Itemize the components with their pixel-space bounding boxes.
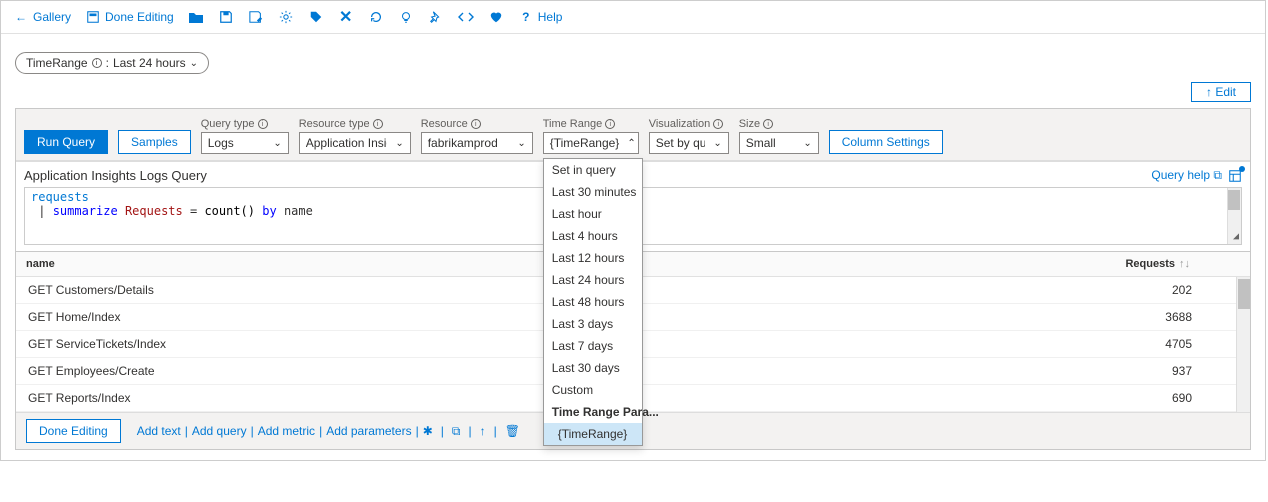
- resource-type-label: Resource typei: [299, 118, 411, 130]
- dropdown-option[interactable]: Last 3 days: [544, 313, 642, 335]
- dropdown-option[interactable]: Custom: [544, 379, 642, 401]
- add-text-link[interactable]: Add text: [137, 424, 181, 438]
- heart-icon[interactable]: [488, 9, 504, 25]
- chevron-down-icon: ⌄: [713, 138, 721, 149]
- code-icon[interactable]: [458, 9, 474, 25]
- info-icon: i: [92, 58, 102, 68]
- query-panel: Run Query Samples Query typei Logs⌄ Reso…: [15, 108, 1251, 450]
- sort-icon[interactable]: ↑↓: [1179, 258, 1190, 270]
- add-query-link[interactable]: Add query: [192, 424, 247, 438]
- timerange-pill[interactable]: TimeRange i : Last 24 hours ⌄: [15, 52, 209, 74]
- code-token: by: [262, 204, 276, 218]
- dropdown-option[interactable]: Last 7 days: [544, 335, 642, 357]
- query-help: Query help ⧉: [1151, 168, 1242, 183]
- move-up-icon[interactable]: ↑: [480, 424, 486, 439]
- resource-label: Resourcei: [421, 118, 533, 130]
- samples-button[interactable]: Samples: [118, 130, 191, 154]
- settings-icon[interactable]: [278, 9, 294, 25]
- pin-icon[interactable]: [428, 9, 444, 25]
- resize-handle-icon[interactable]: ◢: [1233, 231, 1239, 242]
- pin-dashboard-icon[interactable]: [1228, 169, 1242, 183]
- save-icon[interactable]: [218, 9, 234, 25]
- resource-type-select[interactable]: Application Insights⌄: [299, 132, 411, 154]
- size-label: Sizei: [739, 118, 819, 130]
- parameter-bar: TimeRange i : Last 24 hours ⌄: [1, 34, 1265, 82]
- done-editing-button[interactable]: Done Editing: [85, 9, 174, 25]
- col-name-header[interactable]: name: [26, 258, 55, 270]
- gallery-label: Gallery: [33, 10, 71, 24]
- delete-icon[interactable]: 🗑: [505, 424, 520, 439]
- dropdown-option[interactable]: Last 30 days: [544, 357, 642, 379]
- resource-select[interactable]: fabrikamprod⌄: [421, 132, 533, 154]
- dropdown-option[interactable]: Set in query: [544, 159, 642, 181]
- chevron-down-icon: ⌄: [803, 138, 811, 149]
- chevron-down-icon: ⌄: [395, 138, 403, 149]
- code-token: summarize: [53, 204, 118, 218]
- save-as-icon[interactable]: [248, 9, 264, 25]
- pill-colon: :: [106, 56, 109, 70]
- col-requests-header[interactable]: Requests: [1125, 258, 1175, 270]
- close-icon[interactable]: ✕: [338, 9, 354, 25]
- chevron-down-icon: ⌄: [273, 138, 281, 149]
- dropdown-option[interactable]: Last 4 hours: [544, 225, 642, 247]
- done-editing-icon: [85, 9, 101, 25]
- column-settings-button[interactable]: Column Settings: [829, 130, 943, 154]
- edit-row: ↑ Edit: [1, 82, 1265, 108]
- copy-icon[interactable]: ⧉: [452, 424, 461, 439]
- chevron-down-icon: ⌄: [190, 58, 198, 69]
- pill-value: Last 24 hours: [113, 56, 186, 70]
- query-type-select[interactable]: Logs⌄: [201, 132, 289, 154]
- dropdown-option[interactable]: Last hour: [544, 203, 642, 225]
- code-token: =: [183, 204, 205, 218]
- top-toolbar: ← Gallery Done Editing ✕: [1, 1, 1265, 34]
- chevron-down-icon: ⌄: [517, 138, 525, 149]
- code-token: requests: [31, 190, 89, 204]
- pill-label: TimeRange: [26, 56, 88, 70]
- code-token: Requests: [125, 204, 183, 218]
- back-arrow-icon: ←: [13, 9, 29, 25]
- done-editing-label: Done Editing: [105, 10, 174, 24]
- time-range-dropdown: Set in query Last 30 minutes Last hour L…: [543, 158, 643, 446]
- dropdown-header: Time Range Para...: [544, 401, 642, 423]
- gallery-button[interactable]: ← Gallery: [13, 9, 71, 25]
- size-select[interactable]: Small⌄: [739, 132, 819, 154]
- lightbulb-icon[interactable]: [398, 9, 414, 25]
- done-editing-footer-button[interactable]: Done Editing: [26, 419, 121, 443]
- add-metric-link[interactable]: Add metric: [258, 424, 315, 438]
- run-query-button[interactable]: Run Query: [24, 130, 108, 154]
- tag-icon[interactable]: [308, 9, 324, 25]
- code-token: name: [284, 204, 313, 218]
- refresh-icon[interactable]: [368, 9, 384, 25]
- visualization-label: Visualizationi: [649, 118, 729, 130]
- visualization-select[interactable]: Set by query⌄: [649, 132, 729, 154]
- help-icon: ?: [518, 9, 534, 25]
- time-range-select[interactable]: {TimeRange}⌃: [543, 132, 639, 154]
- help-label: Help: [538, 10, 563, 24]
- dropdown-option[interactable]: Last 48 hours: [544, 291, 642, 313]
- folder-icon[interactable]: [188, 9, 204, 25]
- add-parameters-link[interactable]: Add parameters: [326, 424, 411, 438]
- settings-footer-icon[interactable]: ✱: [423, 424, 433, 439]
- dropdown-option[interactable]: Last 24 hours: [544, 269, 642, 291]
- scrollbar[interactable]: [1236, 277, 1250, 412]
- time-range-label: Time Rangei: [543, 118, 639, 130]
- dropdown-option[interactable]: Last 12 hours: [544, 247, 642, 269]
- code-token: count(): [204, 204, 255, 218]
- query-help-link[interactable]: Query help ⧉: [1151, 168, 1222, 183]
- help-button[interactable]: ? Help: [518, 9, 563, 25]
- external-link-icon: ⧉: [1213, 168, 1222, 182]
- query-panel-header: Run Query Samples Query typei Logs⌄ Reso…: [16, 109, 1250, 161]
- dropdown-option[interactable]: Last 30 minutes: [544, 181, 642, 203]
- dropdown-option-selected[interactable]: {TimeRange}: [544, 423, 642, 445]
- chevron-up-icon: ⌃: [627, 138, 635, 149]
- edit-button[interactable]: ↑ Edit: [1191, 82, 1251, 102]
- query-type-label: Query typei: [201, 118, 289, 130]
